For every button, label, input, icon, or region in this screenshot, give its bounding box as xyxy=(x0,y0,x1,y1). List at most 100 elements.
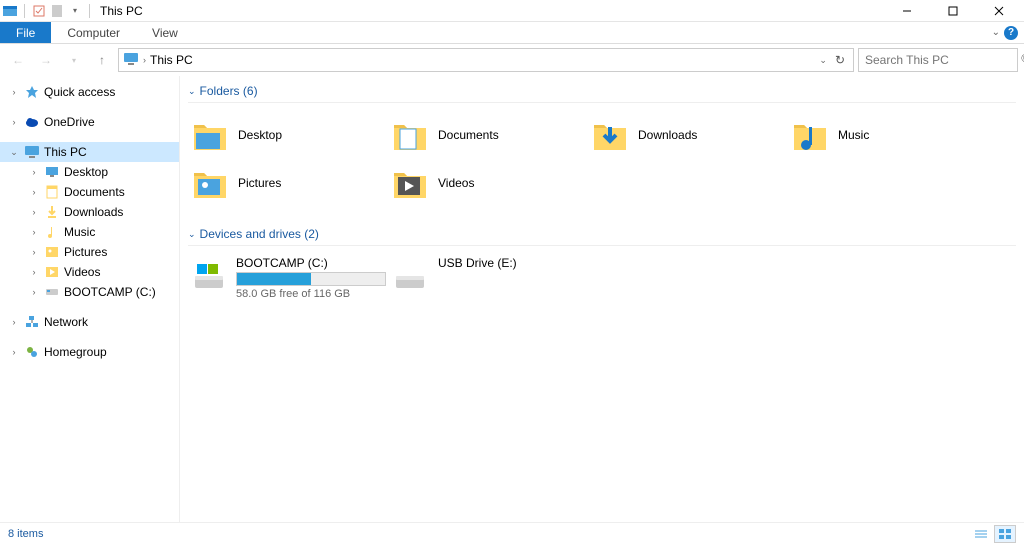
new-folder-icon[interactable] xyxy=(49,3,65,19)
tab-computer[interactable]: Computer xyxy=(51,22,136,43)
chevron-down-icon[interactable]: ⌄ xyxy=(188,86,196,97)
chevron-right-icon[interactable]: › xyxy=(28,267,40,277)
address-bar[interactable]: › This PC ⌄ ↻ xyxy=(118,48,854,72)
tree-item[interactable]: › Desktop xyxy=(0,162,179,182)
group-label: Devices and drives (2) xyxy=(200,227,319,241)
window-controls xyxy=(884,0,1022,22)
chevron-right-icon[interactable]: › xyxy=(28,187,40,197)
tree-label: Music xyxy=(64,225,95,239)
chevron-right-icon[interactable]: › xyxy=(8,347,20,357)
back-button[interactable]: ← xyxy=(6,48,30,72)
chevron-right-icon[interactable]: › xyxy=(28,207,40,217)
tree-label: BOOTCAMP (C:) xyxy=(64,285,156,299)
tree-label: Downloads xyxy=(64,205,123,219)
status-bar: 8 items xyxy=(0,522,1024,544)
network-icon xyxy=(24,314,40,330)
drive-name: BOOTCAMP (C:) xyxy=(236,256,386,270)
forward-button[interactable]: → xyxy=(34,48,58,72)
chevron-down-icon[interactable]: ⌄ xyxy=(819,55,827,66)
up-button[interactable]: ↑ xyxy=(90,48,114,72)
app-icon xyxy=(2,3,18,19)
chevron-right-icon[interactable]: › xyxy=(28,287,40,297)
tree-label: Videos xyxy=(64,265,100,279)
minimize-button[interactable] xyxy=(884,0,930,22)
separator xyxy=(89,4,90,18)
details-view-button[interactable] xyxy=(970,525,992,543)
tree-item[interactable]: › BOOTCAMP (C:) xyxy=(0,282,179,302)
folder-icon xyxy=(190,115,230,155)
folder-label: Desktop xyxy=(238,128,282,142)
close-button[interactable] xyxy=(976,0,1022,22)
chevron-right-icon[interactable]: › xyxy=(28,167,40,177)
chevron-right-icon[interactable]: › xyxy=(8,317,20,327)
tree-onedrive[interactable]: › OneDrive xyxy=(0,112,179,132)
tree-quick-access[interactable]: › Quick access xyxy=(0,82,179,102)
drive-icon xyxy=(390,256,430,296)
separator xyxy=(24,4,25,18)
item-count: 8 items xyxy=(8,528,43,540)
search-icon[interactable]: 🔍︎ xyxy=(1020,53,1024,67)
tab-file[interactable]: File xyxy=(0,22,51,43)
tree-item[interactable]: › Videos xyxy=(0,262,179,282)
group-label: Folders (6) xyxy=(200,84,258,98)
tree-network[interactable]: › Network xyxy=(0,312,179,332)
tab-view[interactable]: View xyxy=(136,22,194,43)
folder-icon xyxy=(44,184,60,200)
folder-icon xyxy=(44,264,60,280)
tree-item[interactable]: › Downloads xyxy=(0,202,179,222)
chevron-down-icon[interactable]: ⌄ xyxy=(188,229,196,240)
navigation-pane: › Quick access › OneDrive ⌄ This PC › Des… xyxy=(0,76,180,522)
tree-homegroup[interactable]: › Homegroup xyxy=(0,342,179,362)
tree-item[interactable]: › Music xyxy=(0,222,179,242)
folder-item[interactable]: Music xyxy=(788,111,988,159)
expand-ribbon-icon[interactable]: ⌄ xyxy=(992,27,1000,38)
folder-icon xyxy=(390,115,430,155)
tree-label: Documents xyxy=(64,185,125,199)
homegroup-icon xyxy=(24,344,40,360)
tree-label: Homegroup xyxy=(44,345,107,359)
chevron-right-icon[interactable]: › xyxy=(28,227,40,237)
folder-item[interactable]: Documents xyxy=(388,111,588,159)
help-icon[interactable]: ? xyxy=(1004,26,1018,40)
quick-access-toolbar: ▾ This PC xyxy=(2,3,143,19)
folder-icon xyxy=(44,284,60,300)
breadcrumb[interactable]: This PC xyxy=(150,53,193,67)
refresh-icon[interactable]: ↻ xyxy=(835,53,845,67)
drive-free-text: 58.0 GB free of 116 GB xyxy=(236,288,386,300)
chevron-right-icon[interactable]: › xyxy=(28,247,40,257)
drive-item[interactable]: BOOTCAMP (C:) 58.0 GB free of 116 GB xyxy=(188,254,388,302)
chevron-right-icon[interactable]: › xyxy=(8,87,20,97)
properties-icon[interactable] xyxy=(31,3,47,19)
maximize-button[interactable] xyxy=(930,0,976,22)
folder-item[interactable]: Desktop xyxy=(188,111,388,159)
title-bar: ▾ This PC xyxy=(0,0,1024,22)
tree-item[interactable]: ›Pictures xyxy=(0,242,179,262)
folder-icon xyxy=(44,164,60,180)
navigation-bar: ← → ▾ ↑ › This PC ⌄ ↻ 🔍︎ xyxy=(0,44,1024,76)
chevron-right-icon[interactable]: › xyxy=(8,117,20,127)
recent-dropdown[interactable]: ▾ xyxy=(62,48,86,72)
search-box[interactable]: 🔍︎ xyxy=(858,48,1018,72)
folder-label: Pictures xyxy=(238,176,281,190)
folder-icon xyxy=(590,115,630,155)
folder-label: Music xyxy=(838,128,869,142)
search-input[interactable] xyxy=(865,53,1020,67)
drive-item[interactable]: USB Drive (E:) xyxy=(388,254,588,302)
tree-item[interactable]: › Documents xyxy=(0,182,179,202)
folder-item[interactable]: Downloads xyxy=(588,111,788,159)
chevron-down-icon[interactable]: ⌄ xyxy=(8,147,20,158)
drive-grid: BOOTCAMP (C:) 58.0 GB free of 116 GBUSB D… xyxy=(188,254,1016,302)
folder-item[interactable]: Videos xyxy=(388,159,588,207)
tiles-view-button[interactable] xyxy=(994,525,1016,543)
qat-dropdown-icon[interactable]: ▾ xyxy=(67,3,83,19)
folder-item[interactable]: Pictures xyxy=(188,159,388,207)
chevron-right-icon[interactable]: › xyxy=(143,55,146,65)
group-drives[interactable]: ⌄ Devices and drives (2) xyxy=(188,223,1016,246)
tree-label: Network xyxy=(44,315,88,329)
tree-this-pc[interactable]: ⌄ This PC xyxy=(0,142,179,162)
cloud-icon xyxy=(24,114,40,130)
group-folders[interactable]: ⌄ Folders (6) xyxy=(188,80,1016,103)
tree-label: Desktop xyxy=(64,165,108,179)
tree-label: OneDrive xyxy=(44,115,95,129)
folder-label: Documents xyxy=(438,128,499,142)
